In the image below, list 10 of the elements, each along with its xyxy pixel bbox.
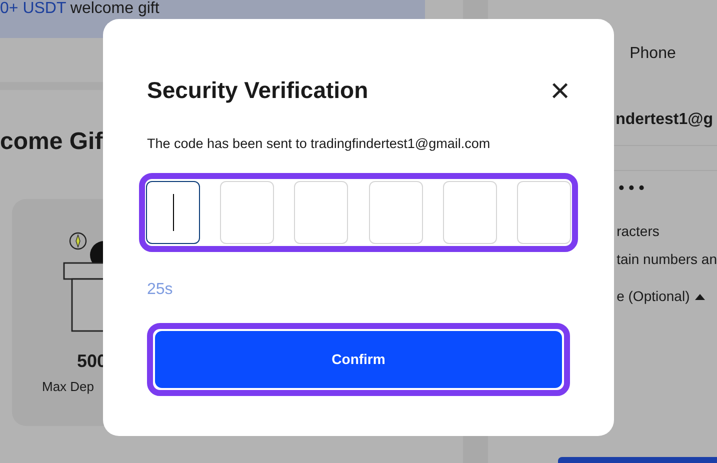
dialog-title: Security Verification: [147, 77, 368, 105]
amount-label: Max Dep: [42, 378, 94, 396]
countdown-timer: 25s: [147, 280, 174, 300]
confirm-button[interactable]: Confirm: [155, 331, 562, 388]
button-edge[interactable]: [558, 457, 717, 463]
code-digit-field[interactable]: [146, 181, 200, 244]
section-heading: come Gif: [0, 130, 103, 154]
optional-toggle[interactable]: e (Optional): [616, 286, 690, 307]
password-hint: tain numbers an: [616, 252, 717, 266]
password-hint: racters: [616, 224, 660, 238]
